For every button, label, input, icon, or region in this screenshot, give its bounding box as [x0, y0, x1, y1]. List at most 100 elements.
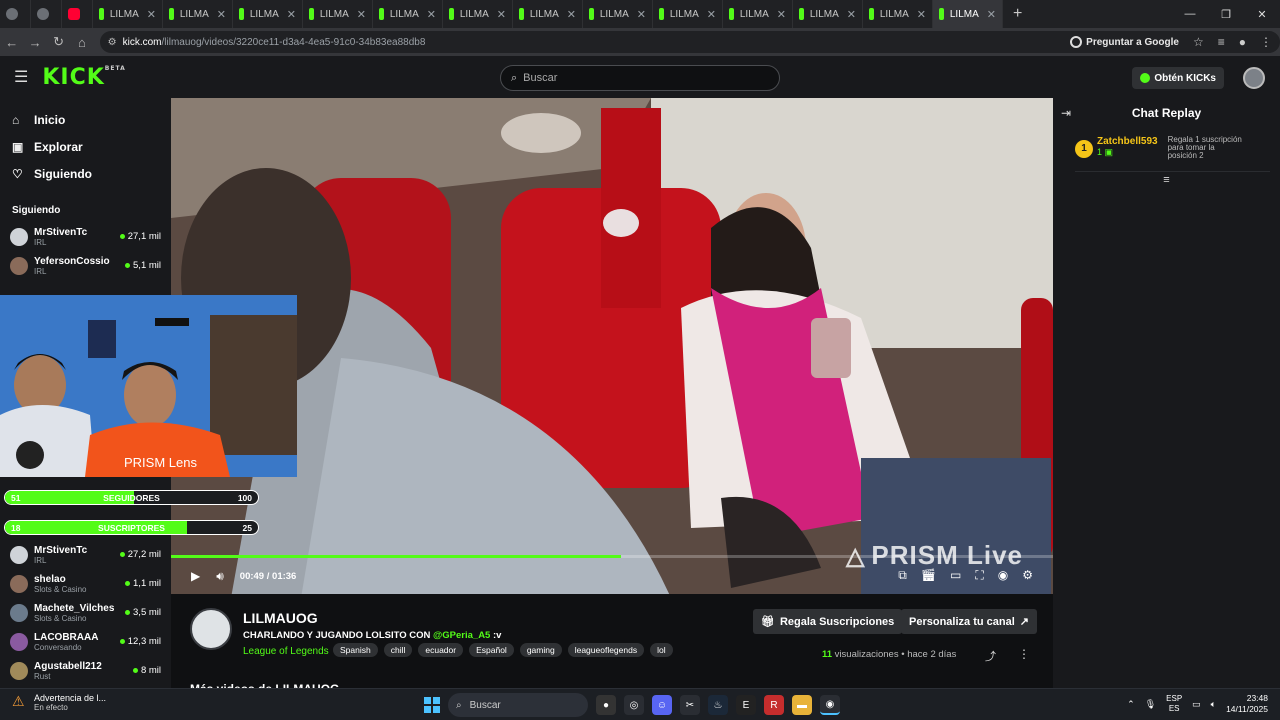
nav-item-2[interactable]: ♡ Siguiendo [0, 160, 171, 187]
epic-games-icon[interactable]: E [736, 695, 756, 715]
riot-client-icon[interactable]: R [764, 695, 784, 715]
browser-tab[interactable]: LILMA ✕ [583, 0, 653, 28]
close-tab-icon[interactable]: ✕ [637, 8, 646, 21]
followed-channel[interactable]: Machete_Vilches Slots & Casino 3,5 mil [0, 598, 171, 627]
system-clock[interactable]: 23:48 14/11/2025 [1226, 693, 1268, 715]
capcut-icon[interactable]: ✂ [680, 695, 700, 715]
home-icon[interactable]: ⌂ [70, 35, 93, 50]
user-avatar[interactable] [1243, 67, 1265, 89]
get-kicks-button[interactable]: Obtén KICKs [1132, 67, 1224, 89]
chat-filter-icon[interactable]: ≡ [1053, 174, 1280, 186]
gift-subs-button[interactable]: 🎁︎ Regala Suscripciones [753, 609, 903, 634]
title-mention[interactable]: @GPeria_A5 [433, 630, 490, 641]
share-icon[interactable]: ⤴ [985, 648, 996, 664]
kick-logo[interactable]: KICKBETA [42, 65, 125, 90]
profile-icon[interactable]: ● [1239, 35, 1246, 49]
back-icon[interactable]: ← [0, 35, 23, 50]
browser-tab[interactable]: LILMA ✕ [653, 0, 723, 28]
close-tab-icon[interactable]: ✕ [357, 8, 366, 21]
theater-mode-icon[interactable]: ▭ [950, 568, 961, 583]
miniplayer-icon[interactable]: ⧉ [898, 568, 907, 583]
new-tab-icon[interactable]: + [1013, 5, 1022, 23]
followed-channel[interactable]: YefersonCossio IRL 5,1 mil [0, 251, 171, 280]
volume-icon[interactable]: 🔊︎ [216, 569, 224, 584]
taskbar-search[interactable]: ⌕ Buscar [448, 693, 588, 717]
browser-tab[interactable] [31, 0, 62, 28]
close-tab-icon[interactable]: ✕ [497, 8, 506, 21]
play-icon[interactable]: ▶ [191, 569, 200, 583]
streamer-avatar[interactable] [190, 608, 232, 650]
close-tab-icon[interactable]: ✕ [987, 8, 996, 21]
volume-tray-icon[interactable]: 🔈︎ [1211, 699, 1216, 710]
video-player[interactable]: △ PRISM Live ▶ 🔊︎ 00:49 / 01:36 ⧉ 🎬︎ ▭ ⛶ … [171, 98, 1053, 594]
star-icon[interactable]: ☆ [1193, 35, 1204, 49]
reload-icon[interactable]: ↻ [47, 34, 70, 50]
browser-tab[interactable]: LILMA ✕ [723, 0, 793, 28]
more-options-icon[interactable]: ⋮ [1018, 647, 1030, 661]
tag-chip[interactable]: gaming [519, 643, 562, 657]
minimize-button[interactable]: — [1172, 8, 1208, 20]
browser-tab[interactable]: LILMA ✕ [863, 0, 933, 28]
menu-kebab-icon[interactable]: ⋮ [1260, 35, 1272, 49]
collapse-chat-icon[interactable]: ⇥ [1061, 106, 1071, 120]
browser-tab[interactable]: LILMA ✕ [933, 0, 1003, 28]
close-tab-icon[interactable]: ✕ [847, 8, 856, 21]
hamburger-menu-icon[interactable]: ☰ [14, 67, 28, 87]
network-icon[interactable]: ▭ [1192, 699, 1201, 710]
browser-tab[interactable]: LILMA ✕ [793, 0, 863, 28]
windows-start-icon[interactable] [424, 697, 440, 713]
speed-icon[interactable]: ◉ [998, 568, 1008, 583]
tag-chip[interactable]: Español [469, 643, 514, 657]
followed-channel[interactable]: MrStivenTc IRL 27,2 mil [0, 540, 171, 569]
media-controls-icon[interactable]: ≡ [1218, 35, 1225, 49]
close-tab-icon[interactable]: ✕ [777, 8, 786, 21]
nav-item-0[interactable]: ⌂ Inicio [0, 106, 171, 133]
browser-tab[interactable]: LILMA ✕ [443, 0, 513, 28]
browser-tab[interactable] [62, 0, 93, 28]
microphone-icon[interactable]: 🎙︎ [1145, 699, 1156, 710]
steam-icon[interactable]: ♨ [708, 695, 728, 715]
discord-icon[interactable]: ☺ [652, 695, 672, 715]
copilot-icon[interactable]: ◎ [624, 695, 644, 715]
obs-icon[interactable]: ● [596, 695, 616, 715]
followed-channel[interactable]: Agustabell212 Rust 8 mil [0, 656, 171, 685]
close-tab-icon[interactable]: ✕ [427, 8, 436, 21]
customize-channel-button[interactable]: Personaliza tu canal ↗ [901, 609, 1037, 634]
streamer-name[interactable]: LILMAUOG [243, 610, 318, 626]
tag-chip[interactable]: leagueoflegends [567, 643, 645, 657]
followed-channel[interactable]: shelao Slots & Casino 1,1 mil [0, 569, 171, 598]
forward-icon[interactable]: → [23, 35, 46, 50]
browser-tab[interactable]: LILMA ✕ [303, 0, 373, 28]
close-tab-icon[interactable]: ✕ [217, 8, 226, 21]
chrome-icon[interactable]: ◉ [820, 695, 840, 715]
close-window-button[interactable]: ✕ [1244, 8, 1280, 21]
browser-tab[interactable] [0, 0, 31, 28]
browser-tab[interactable]: LILMA ✕ [233, 0, 303, 28]
browser-tab[interactable]: LILMA ✕ [93, 0, 163, 28]
tag-chip[interactable]: ecuador [418, 643, 464, 657]
tray-overflow-icon[interactable]: ⌃ [1127, 699, 1135, 710]
close-tab-icon[interactable]: ✕ [287, 8, 296, 21]
top-gifter[interactable]: 1 Zatchbell593 1 ▣ Regala 1 suscripción … [1075, 136, 1270, 172]
browser-tab[interactable]: LILMA ✕ [163, 0, 233, 28]
close-tab-icon[interactable]: ✕ [707, 8, 716, 21]
tag-chip[interactable]: lol [650, 643, 673, 657]
tag-chip[interactable]: Spanish [333, 643, 378, 657]
browser-tab[interactable]: LILMA ✕ [373, 0, 443, 28]
browser-tab[interactable]: LILMA ✕ [513, 0, 583, 28]
followed-channel[interactable]: LACOBRAAA Conversando 12,3 mil [0, 627, 171, 656]
close-tab-icon[interactable]: ✕ [567, 8, 576, 21]
followed-channel[interactable]: MrStivenTc IRL 27,1 mil [0, 222, 171, 251]
close-tab-icon[interactable]: ✕ [147, 8, 156, 21]
clip-icon[interactable]: 🎬︎ [921, 568, 936, 583]
ask-google-button[interactable]: Preguntar a Google [1070, 36, 1179, 48]
close-tab-icon[interactable]: ✕ [917, 8, 926, 21]
site-info-icon[interactable]: ⚙ [108, 37, 117, 48]
url-field[interactable]: ⚙ kick.com /lilmauog/videos/3220ce11-d3a… [99, 31, 1280, 53]
nav-item-1[interactable]: ▣ Explorar [0, 133, 171, 160]
tag-chip[interactable]: chill [383, 643, 413, 657]
search-input[interactable]: ⌕ Buscar [500, 65, 780, 91]
maximize-button[interactable]: ❐ [1208, 8, 1244, 21]
video-category[interactable]: League of Legends [243, 646, 329, 657]
fullscreen-icon[interactable]: ⛶ [975, 568, 983, 583]
